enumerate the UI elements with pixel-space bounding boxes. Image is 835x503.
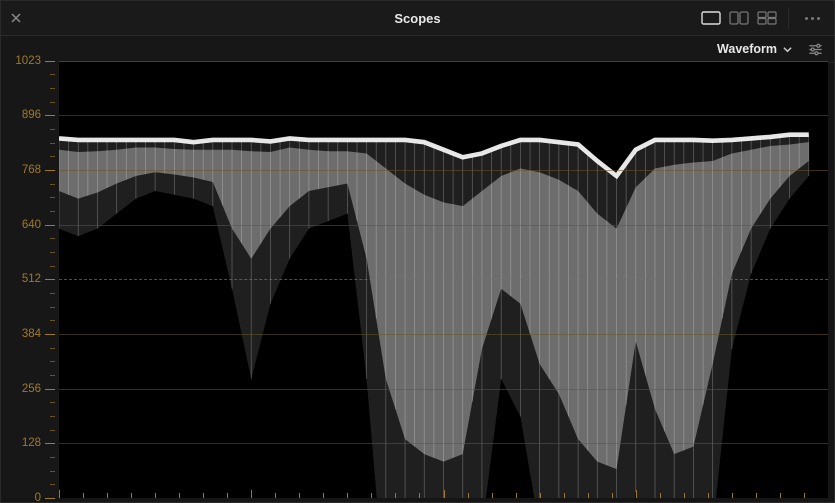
y-axis-label: 768 (22, 164, 41, 176)
y-axis-tick (45, 279, 55, 280)
layout-single-button[interactable] (700, 10, 722, 26)
close-button[interactable] (1, 1, 31, 35)
y-axis-tick (45, 334, 55, 335)
close-icon (11, 13, 21, 23)
y-axis-tick (45, 225, 55, 226)
y-axis-minor-tick (50, 143, 55, 144)
y-axis-label: 896 (22, 109, 41, 121)
y-axis-label: 384 (22, 328, 41, 340)
gridline (59, 61, 828, 62)
titlebar: Scopes (1, 1, 834, 36)
gridline (59, 389, 828, 390)
y-axis-minor-tick (50, 471, 55, 472)
y-axis-minor-tick (50, 156, 55, 157)
y-axis-tick (45, 61, 55, 62)
scope-type-dropdown[interactable]: Waveform (713, 40, 796, 58)
y-axis-minor-tick (50, 307, 55, 308)
y-axis-minor-tick (50, 211, 55, 212)
y-axis-label: 256 (22, 383, 41, 395)
y-axis-tick (45, 389, 55, 390)
y-axis-minor-tick (50, 88, 55, 89)
y-axis-minor-tick (50, 416, 55, 417)
y-axis-minor-tick (50, 375, 55, 376)
scope-subbar: Waveform (1, 36, 834, 63)
y-axis-minor-tick (50, 484, 55, 485)
y-axis-tick (45, 498, 55, 499)
y-axis-minor-tick (50, 430, 55, 431)
layout-button-group (700, 7, 834, 29)
layout-quad-button[interactable] (756, 10, 778, 26)
chevron-down-icon (783, 45, 792, 54)
dot-icon (805, 17, 808, 20)
y-axis-tick (45, 115, 55, 116)
sliders-icon (808, 42, 823, 57)
y-axis-minor-tick (50, 74, 55, 75)
y-axis-tick (45, 443, 55, 444)
y-axis-minor-tick (50, 361, 55, 362)
scope-area: 10238967686405123842561280 (1, 61, 834, 498)
y-axis-label: 128 (22, 437, 41, 449)
scopes-panel: Scopes (0, 0, 835, 503)
y-axis-minor-tick (50, 348, 55, 349)
more-options-button[interactable] (799, 17, 826, 20)
scope-settings-button[interactable] (804, 38, 826, 60)
layout-dual-button[interactable] (728, 10, 750, 26)
y-axis-minor-tick (50, 238, 55, 239)
y-axis-minor-tick (50, 266, 55, 267)
x-axis-tick-major (444, 490, 445, 498)
x-axis-tick-major (251, 490, 252, 498)
y-axis-minor-tick (50, 320, 55, 321)
x-axis-tick-major (59, 490, 60, 498)
y-axis: 10238967686405123842561280 (1, 61, 59, 498)
layout-dual-icon (729, 11, 749, 25)
y-axis-label: 1023 (15, 55, 41, 67)
y-axis-label: 640 (22, 219, 41, 231)
gridline (59, 115, 828, 116)
gridline (59, 334, 828, 335)
y-axis-minor-tick (50, 197, 55, 198)
y-axis-minor-tick (50, 402, 55, 403)
y-axis-label: 512 (22, 273, 41, 285)
y-axis-minor-tick (50, 457, 55, 458)
dot-icon (811, 17, 814, 20)
y-axis-minor-tick (50, 184, 55, 185)
y-axis-minor-tick (50, 102, 55, 103)
x-axis-ticks (59, 490, 828, 498)
gridline (59, 443, 828, 444)
layout-quad-icon (757, 11, 777, 25)
gridline (59, 225, 828, 226)
x-axis-tick-major (636, 490, 637, 498)
layout-single-icon (701, 11, 721, 25)
y-axis-minor-tick (50, 252, 55, 253)
y-axis-tick (45, 170, 55, 171)
dot-icon (817, 17, 820, 20)
y-axis-label: 0 (35, 492, 41, 503)
gridline (59, 279, 828, 280)
y-axis-minor-tick (50, 129, 55, 130)
scope-type-label: Waveform (717, 42, 777, 56)
separator (788, 7, 789, 29)
gridline (59, 170, 828, 171)
y-axis-minor-tick (50, 293, 55, 294)
waveform-plot[interactable] (59, 61, 828, 498)
